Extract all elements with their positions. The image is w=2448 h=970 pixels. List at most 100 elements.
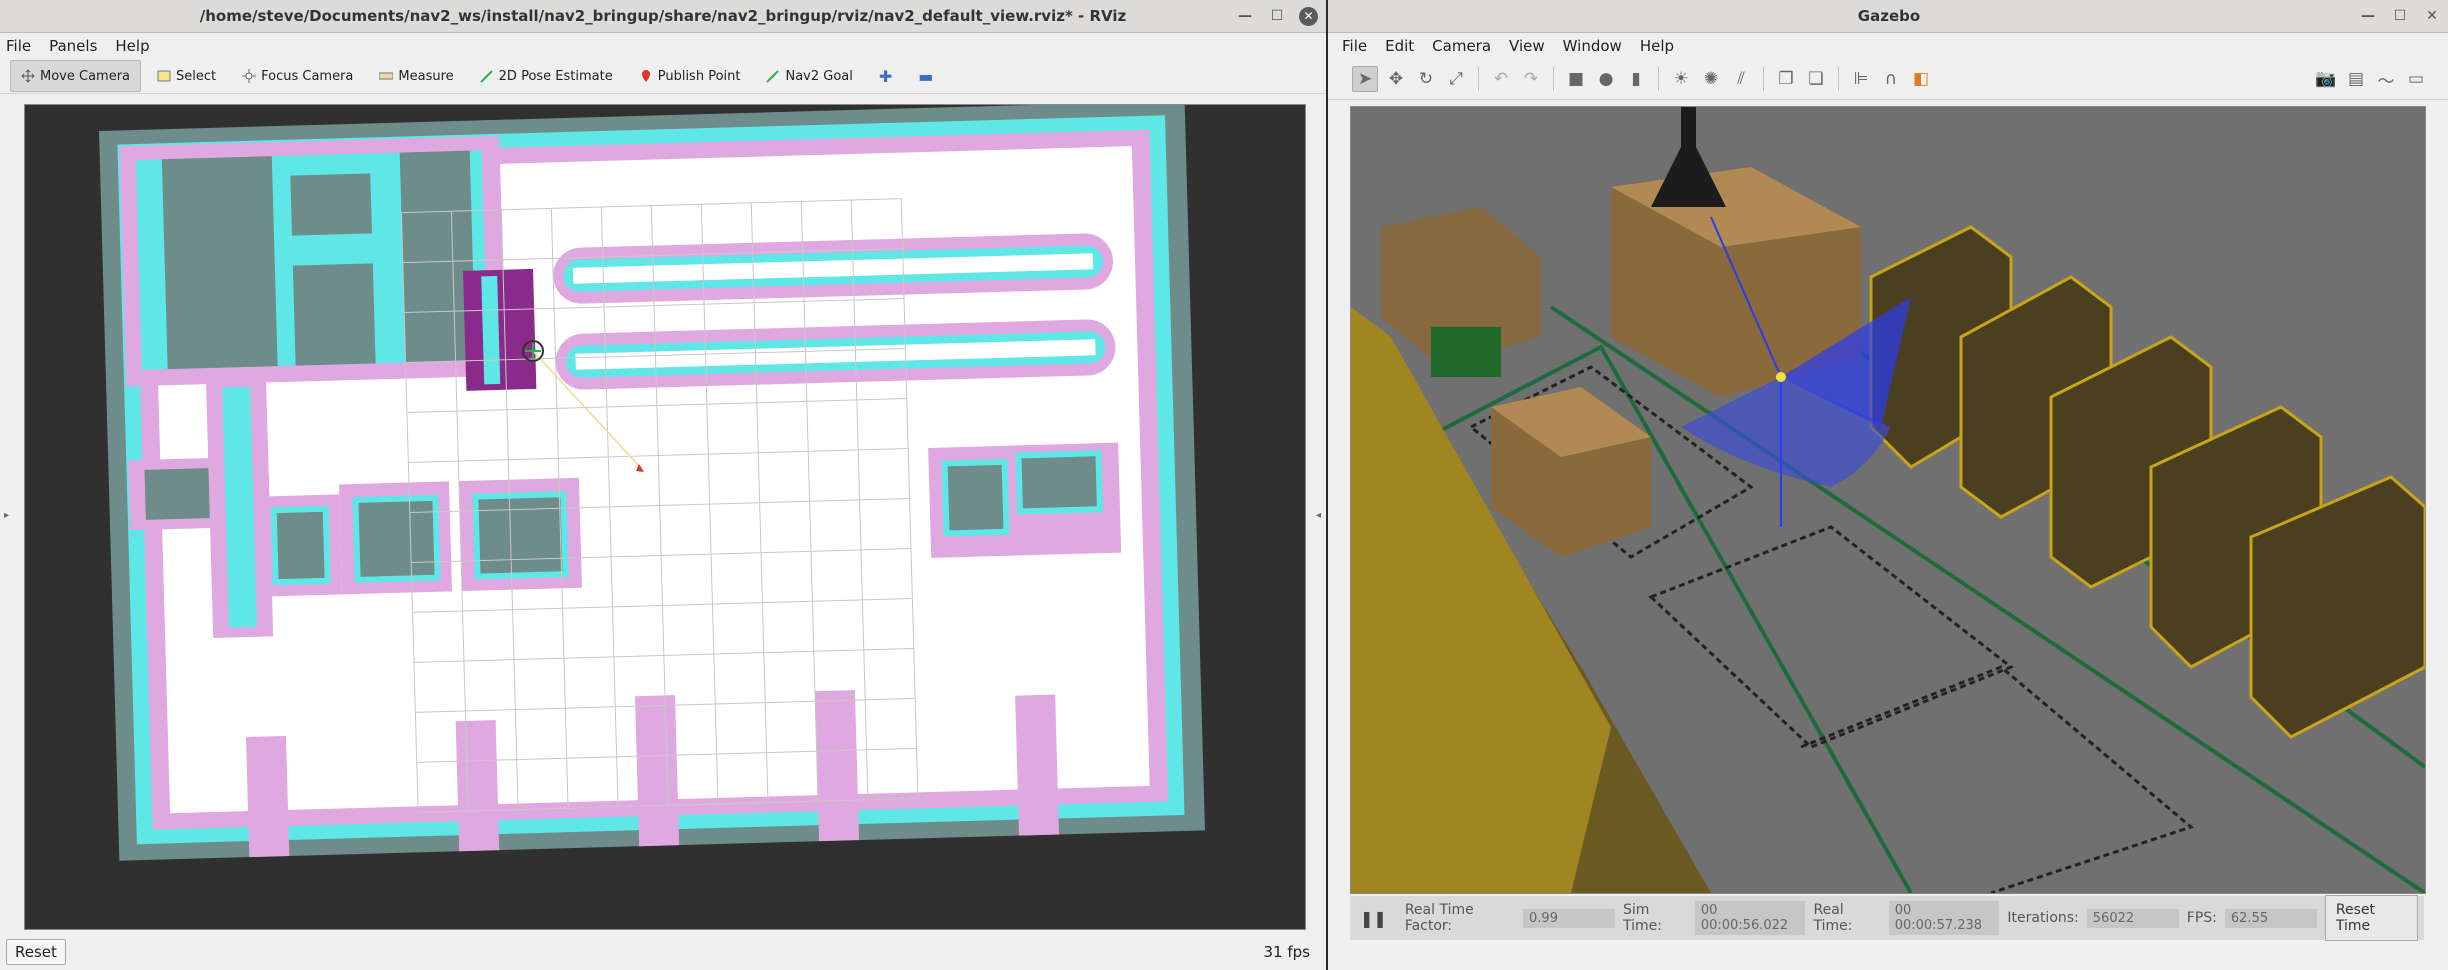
rviz-toolbar: Move Camera Select Focus Camera Measure … xyxy=(0,59,1326,94)
reset-time-button[interactable]: Reset Time xyxy=(2324,895,2418,941)
toolbar-separator xyxy=(1838,67,1839,91)
sim-time-label: Sim Time: xyxy=(1623,902,1663,934)
select-mode-icon[interactable]: ➤ xyxy=(1352,66,1378,92)
remove-tool-button[interactable]: ▬ xyxy=(908,61,943,91)
minimize-icon[interactable]: — xyxy=(1235,6,1255,26)
tool-move-camera[interactable]: Move Camera xyxy=(10,60,142,92)
menu-file[interactable]: File xyxy=(6,37,31,55)
minimize-icon[interactable]: — xyxy=(2358,6,2378,26)
translate-mode-icon[interactable]: ✥ xyxy=(1384,67,1408,91)
robot-marker xyxy=(1776,372,1786,382)
rtf-label: Real Time Factor: xyxy=(1404,902,1474,934)
tool-measure[interactable]: Measure xyxy=(369,61,463,91)
spot-light-icon[interactable]: ✺ xyxy=(1699,67,1723,91)
rviz-statusbar: Reset 31 fps xyxy=(0,934,1326,970)
plus-icon: ✚ xyxy=(878,66,893,86)
close-icon[interactable]: ✕ xyxy=(2422,6,2442,26)
reset-button[interactable]: Reset xyxy=(6,939,66,965)
green-cart xyxy=(1431,327,1501,377)
box-shape-icon[interactable]: ■ xyxy=(1564,67,1588,91)
pause-icon[interactable]: ❚❚ xyxy=(1360,909,1387,928)
tool-publish-point[interactable]: Publish Point xyxy=(629,61,751,91)
publish-point-icon xyxy=(639,69,653,83)
fps-label: FPS: xyxy=(2186,910,2217,926)
sphere-shape-icon[interactable]: ● xyxy=(1594,67,1618,91)
sim-time-value: 00 00:00:56.022 xyxy=(1694,901,1806,935)
collapse-left-icon[interactable]: ▸ xyxy=(4,510,9,521)
copy-icon[interactable]: ❐ xyxy=(1774,67,1798,91)
screenshot-icon[interactable]: 📷 xyxy=(2314,67,2338,91)
directional-light-icon[interactable]: ⫽ xyxy=(1729,67,1753,91)
room-a xyxy=(270,505,331,586)
robot-pose-marker xyxy=(522,340,544,362)
maximize-icon[interactable]: ☐ xyxy=(2390,6,2410,26)
toolbar-separator xyxy=(1553,67,1554,91)
undo-icon[interactable]: ↶ xyxy=(1489,67,1513,91)
bottom-column-3 xyxy=(634,695,680,847)
storage-area-3 xyxy=(292,263,376,366)
rviz-menubar: File Panels Help xyxy=(0,33,1326,59)
gazebo-titlebar[interactable]: Gazebo — ☐ ✕ xyxy=(1328,0,2448,33)
menu-view[interactable]: View xyxy=(1509,37,1545,55)
real-time-label: Real Time: xyxy=(1813,902,1853,934)
paste-icon[interactable]: ❏ xyxy=(1804,67,1828,91)
iterations-value: 56022 xyxy=(2086,908,2179,928)
room-c xyxy=(472,491,569,580)
menu-help[interactable]: Help xyxy=(1640,37,1674,55)
view-angle-icon[interactable]: ◧ xyxy=(1909,67,1933,91)
tool-select[interactable]: Select xyxy=(147,61,226,91)
tool-label: Focus Camera xyxy=(261,68,354,84)
menu-file[interactable]: File xyxy=(1342,37,1367,55)
rviz-window-title: /home/steve/Documents/nav2_ws/install/na… xyxy=(199,7,1127,25)
collapse-right-icon[interactable]: ◂ xyxy=(1316,510,1321,521)
close-icon[interactable]: ✕ xyxy=(1299,6,1318,26)
maximize-icon[interactable]: ☐ xyxy=(1267,6,1287,26)
gazebo-3d-view[interactable] xyxy=(1350,106,2426,894)
lethal-core xyxy=(481,275,501,385)
gazebo-status-bar: ❚❚ Real Time Factor: 0.99 Sim Time: 00 0… xyxy=(1350,895,2424,941)
bottom-column-2 xyxy=(455,720,500,852)
iterations-label: Iterations: xyxy=(2007,910,2079,926)
focus-camera-icon xyxy=(242,69,257,83)
redo-icon[interactable]: ↷ xyxy=(1519,67,1543,91)
cylinder-shape-icon[interactable]: ▮ xyxy=(1624,67,1648,91)
tool-nav2-goal[interactable]: Nav2 Goal xyxy=(756,61,862,91)
minus-icon: ▬ xyxy=(918,66,934,86)
gazebo-window-title: Gazebo xyxy=(1857,7,1921,25)
log-icon[interactable]: ▤ xyxy=(2344,67,2368,91)
move-camera-icon xyxy=(21,69,35,83)
scale-mode-icon[interactable]: ⤢ xyxy=(1444,67,1468,91)
rviz-window: /home/steve/Documents/nav2_ws/install/na… xyxy=(0,0,1326,970)
bottom-column-4 xyxy=(814,690,860,842)
menu-help[interactable]: Help xyxy=(115,37,149,55)
tool-label: Publish Point xyxy=(657,68,741,84)
select-icon xyxy=(157,69,171,83)
point-light-icon[interactable]: ☀ xyxy=(1669,67,1693,91)
gazebo-toolbar: ➤ ✥ ↻ ⤢ ↶ ↷ ■ ● ▮ ☀ ✺ ⫽ ❐ ❏ ⊫ ∩ ◧ 📷 ▤ 〜 … xyxy=(1328,59,2448,100)
tool-focus-camera[interactable]: Focus Camera xyxy=(232,61,363,91)
warehouse-render xyxy=(1351,107,2425,893)
rtf-value: 0.99 xyxy=(1523,908,1616,928)
storage-area-1 xyxy=(161,156,278,370)
storage-area-2 xyxy=(290,173,372,236)
rviz-3d-view[interactable] xyxy=(24,104,1306,930)
toolbar-separator xyxy=(1478,67,1479,91)
add-tool-button[interactable]: ✚ xyxy=(869,61,902,91)
nav2-goal-icon xyxy=(766,69,780,83)
menu-panels[interactable]: Panels xyxy=(49,37,97,55)
menu-window[interactable]: Window xyxy=(1563,37,1622,55)
align-icon[interactable]: ⊫ xyxy=(1849,67,1873,91)
video-record-icon[interactable]: ▭ xyxy=(2404,67,2428,91)
snap-icon[interactable]: ∩ xyxy=(1879,67,1903,91)
bottom-column-1 xyxy=(245,736,290,858)
rviz-titlebar[interactable]: /home/steve/Documents/nav2_ws/install/na… xyxy=(0,0,1326,33)
fps-readout: 31 fps xyxy=(1263,943,1310,961)
rotate-mode-icon[interactable]: ↻ xyxy=(1414,67,1438,91)
tool-2d-pose-estimate[interactable]: 2D Pose Estimate xyxy=(470,61,623,91)
menu-edit[interactable]: Edit xyxy=(1385,37,1414,55)
room-f xyxy=(1015,450,1104,515)
gazebo-menubar: File Edit Camera View Window Help xyxy=(1328,33,2448,59)
plot-icon[interactable]: 〜 xyxy=(2374,67,2398,92)
room-e xyxy=(941,458,1010,537)
menu-camera[interactable]: Camera xyxy=(1432,37,1491,55)
